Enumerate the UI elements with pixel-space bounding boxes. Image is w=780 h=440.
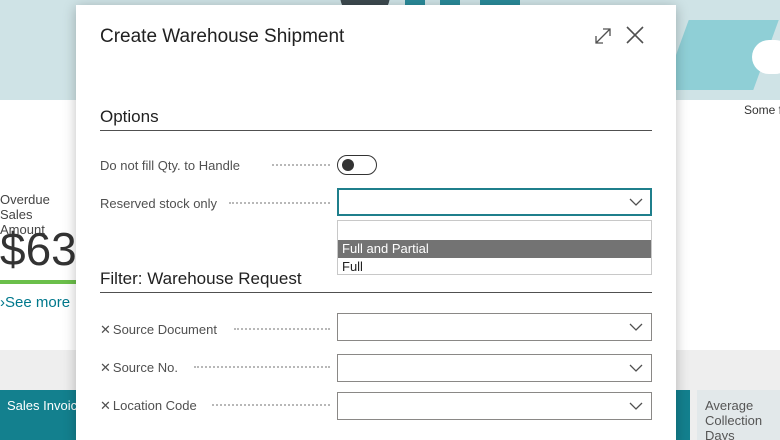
source-document-select[interactable]: [337, 313, 652, 341]
chevron-down-icon: [629, 364, 643, 372]
dropdown-option-full-and-partial[interactable]: Full and Partial: [338, 240, 651, 258]
location-code-select[interactable]: [337, 392, 652, 420]
reserved-stock-label: Reserved stock only: [100, 196, 218, 211]
expand-icon[interactable]: [592, 25, 614, 47]
tile[interactable]: [676, 390, 690, 440]
cloud-icon: [752, 40, 780, 74]
dropdown-option[interactable]: [338, 221, 651, 239]
field-label-text: Location Code: [112, 398, 197, 413]
overdue-sales-value: $63: [0, 223, 76, 275]
dialog-title: Create Warehouse Shipment: [100, 26, 345, 47]
reserved-stock-select[interactable]: [337, 188, 652, 216]
average-collection-days-tile[interactable]: Average Collection Days: [697, 390, 780, 440]
see-more-label: See more: [5, 294, 71, 311]
label-leader-dots: [194, 366, 330, 368]
chevron-down-icon: [629, 323, 643, 331]
source-no-select[interactable]: [337, 354, 652, 382]
section-divider: [100, 130, 652, 131]
sales-invoices-tile[interactable]: Sales Invoices: [0, 390, 91, 440]
close-icon[interactable]: [624, 24, 646, 46]
label-leader-dots: [212, 404, 330, 406]
see-more-link[interactable]: ›See more: [0, 294, 76, 311]
source-document-label: ✕ Source Document: [100, 322, 217, 338]
label-leader-dots: [272, 164, 330, 166]
options-section-title: Options: [100, 107, 159, 126]
chevron-down-icon: [629, 198, 643, 206]
toggle-knob: [342, 159, 354, 171]
clear-filter-icon[interactable]: ✕: [100, 322, 111, 337]
dropdown-option-full[interactable]: Full: [338, 258, 651, 276]
section-divider: [100, 292, 652, 293]
clear-filter-icon[interactable]: ✕: [100, 398, 111, 413]
reserved-stock-dropdown: Full and Partial Full: [337, 220, 652, 275]
source-no-label: ✕ Source No.: [100, 360, 178, 376]
create-warehouse-shipment-dialog: Create Warehouse Shipment Options Do not…: [76, 5, 676, 440]
overdue-progress-bar: [0, 280, 76, 284]
do-not-fill-toggle[interactable]: [337, 155, 377, 175]
filter-section-title: Filter: Warehouse Request: [100, 269, 302, 288]
label-leader-dots: [229, 202, 330, 204]
tile-label: Average Collection Days: [705, 398, 763, 440]
location-code-label: ✕ Location Code: [100, 398, 197, 414]
clear-filter-icon[interactable]: ✕: [100, 360, 111, 375]
chevron-down-icon: [629, 402, 643, 410]
field-label-text: Source No.: [112, 360, 178, 375]
field-label-text: Source Document: [112, 322, 217, 337]
label-leader-dots: [234, 328, 330, 330]
do-not-fill-label: Do not fill Qty. to Handle: [100, 158, 240, 173]
background-side-text: Some f: [744, 103, 780, 117]
